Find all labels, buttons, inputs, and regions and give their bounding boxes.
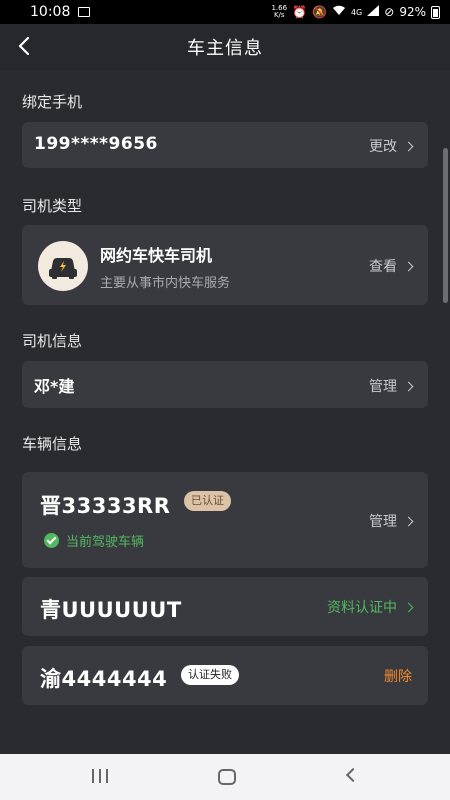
system-navigation-bar — [0, 754, 450, 800]
do-not-disturb-icon: ⊘ — [384, 5, 395, 19]
network-type: 4G — [350, 7, 363, 17]
status-time: 10:08 — [30, 4, 71, 20]
driver-type-section-label: 司机类型 — [22, 197, 83, 215]
driver-info-card[interactable]: 邓*建 管理 — [22, 361, 428, 408]
manage-vehicle-button[interactable]: 管理 — [369, 511, 414, 531]
driver-type-card[interactable]: 网约车快车司机 主要从事市内快车服务 查看 — [22, 225, 428, 305]
signal-icon — [367, 5, 380, 19]
manage-driver-label: 管理 — [369, 379, 397, 395]
alarm-icon: ⏰ — [292, 5, 308, 19]
current-vehicle-label: 当前驾驶车辆 — [66, 535, 145, 550]
view-driver-type-button[interactable]: 查看 — [369, 256, 414, 276]
back-button[interactable] — [14, 32, 42, 62]
driver-type-title: 网约车快车司机 — [100, 246, 213, 265]
vehicle-section-label: 车辆信息 — [22, 435, 83, 453]
chevron-right-icon — [403, 381, 414, 391]
vehicle-card[interactable]: 渝4444444 认证失败 删除 — [22, 646, 428, 705]
scrollbar[interactable] — [443, 148, 448, 303]
battery-icon — [431, 5, 440, 19]
vehicle-plate: 渝4444444 — [40, 667, 168, 691]
home-button[interactable] — [218, 769, 236, 785]
verification-failed-badge: 认证失败 — [181, 665, 239, 685]
manage-driver-button[interactable]: 管理 — [369, 376, 414, 396]
status-bar: 10:08 1.66 K/s ⏰ 🔕 4G ⊘ 92% — [0, 0, 450, 24]
current-vehicle-indicator: 当前驾驶车辆 — [44, 531, 144, 550]
wifi-icon — [332, 5, 346, 19]
manage-vehicle-label: 管理 — [369, 514, 397, 530]
gallery-notification-icon — [78, 7, 91, 17]
recent-apps-button[interactable] — [92, 769, 108, 783]
verification-in-progress-label: 资料认证中 — [327, 600, 397, 616]
driver-type-subtitle: 主要从事市内快车服务 — [100, 276, 231, 291]
phone-section-label: 绑定手机 — [22, 93, 83, 111]
phone-card[interactable]: 199****9656 更改 — [22, 122, 428, 168]
chevron-right-icon — [403, 261, 414, 271]
mute-icon: 🔕 — [312, 5, 327, 19]
certified-badge: 已认证 — [184, 491, 231, 511]
page-title: 车主信息 — [187, 38, 263, 59]
driver-info-section-label: 司机信息 — [22, 332, 83, 350]
chevron-right-icon — [403, 141, 414, 151]
change-phone-label: 更改 — [369, 139, 397, 155]
vehicle-plate: 青UUUUUUT — [40, 598, 182, 622]
car-icon — [38, 241, 88, 291]
check-circle-icon — [44, 533, 59, 548]
view-label: 查看 — [369, 259, 397, 275]
phone-number: 199****9656 — [34, 134, 158, 154]
verification-status-button[interactable]: 资料认证中 — [327, 597, 414, 617]
network-speed: 1.66 K/s — [271, 4, 288, 19]
navigation-header: 车主信息 — [0, 24, 450, 70]
delete-vehicle-button[interactable]: 删除 — [384, 666, 412, 686]
vehicle-plate: 晋33333RR — [40, 494, 171, 518]
chevron-left-icon — [18, 36, 30, 56]
chevron-right-icon — [403, 516, 414, 526]
vehicle-card[interactable]: 青UUUUUUT 资料认证中 — [22, 577, 428, 636]
change-phone-button[interactable]: 更改 — [369, 136, 414, 156]
system-back-button[interactable] — [345, 767, 361, 783]
chevron-right-icon — [403, 602, 414, 612]
vehicle-card[interactable]: 晋33333RR 已认证 当前驾驶车辆 管理 — [22, 472, 428, 568]
battery-percent: 92% — [399, 5, 426, 19]
driver-name: 邓*建 — [34, 377, 75, 396]
